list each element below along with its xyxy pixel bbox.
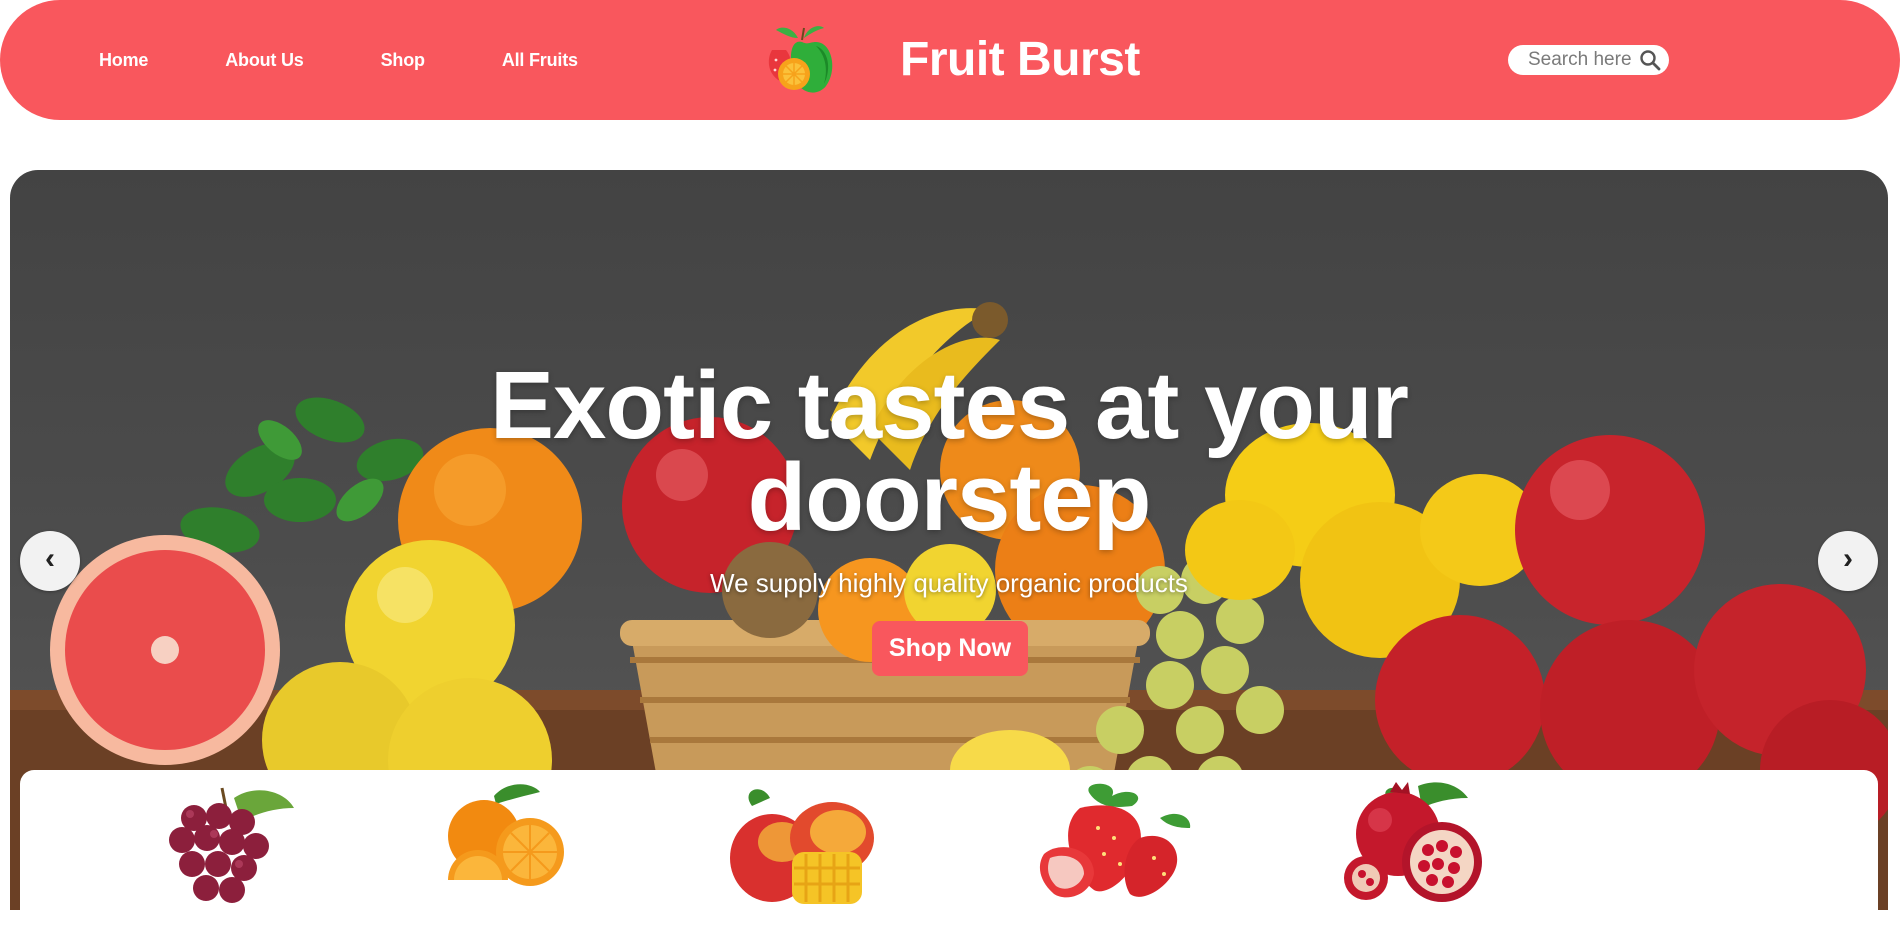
chevron-left-icon: ‹: [45, 542, 55, 575]
hero-subtitle: We supply highly quality organic product…: [710, 568, 1188, 598]
fruit-logo-icon[interactable]: [758, 16, 844, 102]
site-header: Home About Us Shop All Fruits Fruit Burs…: [0, 0, 1900, 120]
pomegranate-icon[interactable]: [1318, 778, 1498, 910]
strawberry-icon[interactable]: [1020, 778, 1200, 910]
search-input[interactable]: [1528, 49, 1636, 71]
fruit-category-strip: [20, 770, 1878, 930]
mango-icon[interactable]: [712, 778, 892, 910]
carousel-next-button[interactable]: ›: [1818, 531, 1878, 591]
nav-about-us[interactable]: About Us: [225, 50, 304, 71]
search-box[interactable]: [1508, 45, 1669, 75]
main-nav: Home About Us Shop All Fruits: [99, 0, 655, 120]
grapes-icon[interactable]: [124, 778, 304, 910]
brand-name[interactable]: Fruit Burst: [900, 30, 1140, 90]
orange-icon[interactable]: [412, 778, 592, 910]
carousel-prev-button[interactable]: ‹: [20, 531, 80, 591]
hero-title: Exotic tastes at your doorstep: [490, 352, 1409, 551]
nav-all-fruits[interactable]: All Fruits: [502, 50, 578, 71]
nav-home[interactable]: Home: [99, 50, 148, 71]
shop-now-button[interactable]: Shop Now: [872, 621, 1028, 676]
chevron-right-icon: ›: [1843, 542, 1853, 575]
nav-shop[interactable]: Shop: [381, 50, 425, 71]
search-icon[interactable]: [1639, 49, 1661, 71]
